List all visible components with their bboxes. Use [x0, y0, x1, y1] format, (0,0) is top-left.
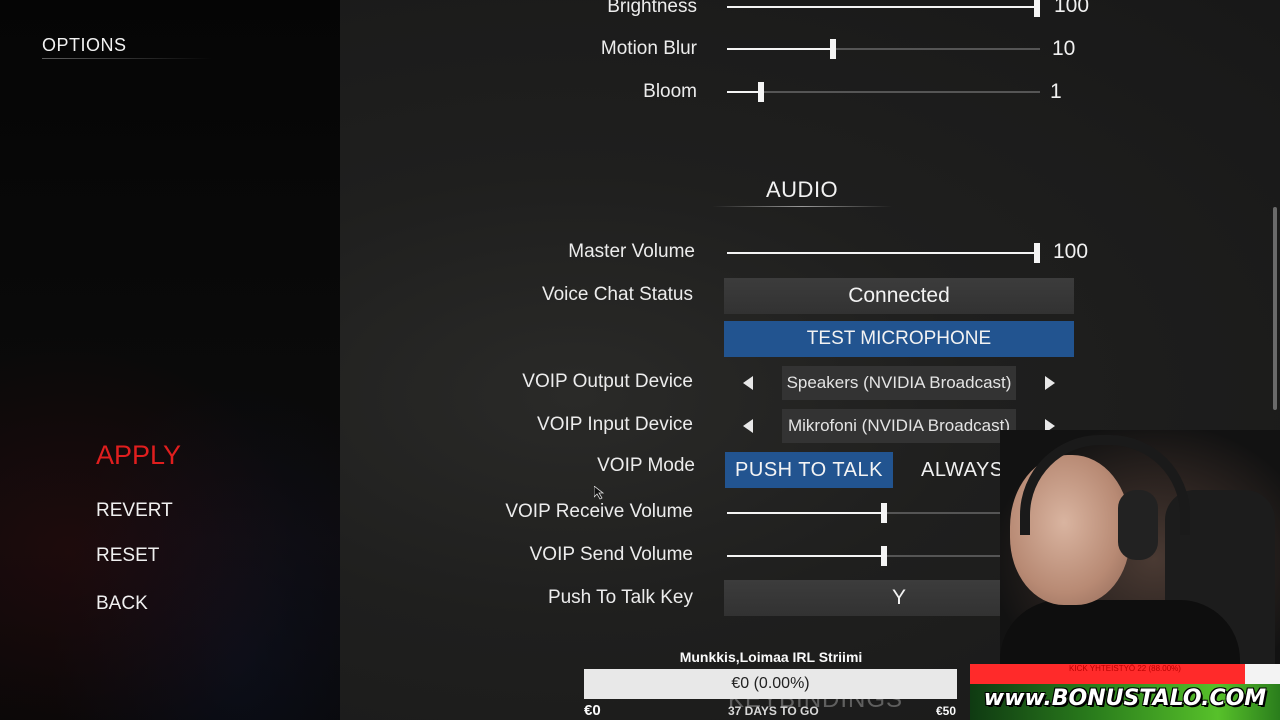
motion-blur-slider-fill — [727, 48, 834, 50]
master-volume-label: Master Volume — [568, 241, 695, 262]
voip-input-device-value: Mikrofoni (NVIDIA Broadcast) — [782, 409, 1016, 443]
bloom-slider-fill — [727, 91, 762, 93]
motion-blur-label: Motion Blur — [600, 38, 697, 59]
donation-goal-min: €0 — [584, 702, 601, 719]
options-underline — [42, 58, 212, 59]
bloom-value: 1 — [1050, 80, 1062, 103]
reset-button[interactable]: RESET — [96, 545, 159, 567]
test-microphone-button[interactable]: TEST MICROPHONE — [724, 321, 1074, 357]
voip-mode-push-to-talk-option[interactable]: PUSH TO TALK — [725, 452, 893, 488]
voip-receive-volume-slider-handle[interactable] — [880, 503, 887, 523]
back-button[interactable]: BACK — [96, 593, 148, 615]
voice-chat-status-label: Voice Chat Status — [541, 284, 693, 305]
master-volume-value: 100 — [1053, 240, 1089, 263]
voip-send-volume-slider[interactable] — [727, 546, 1040, 566]
options-title: OPTIONS — [42, 35, 127, 55]
donation-goal-bar: €0 (0.00%) — [584, 669, 957, 699]
voip-output-device-label: VOIP Output Device — [522, 371, 693, 392]
kick-goal-bar: KICK YHTEISTYÖ 22 (88.00%) — [970, 664, 1280, 684]
webcam-overlay — [1000, 430, 1280, 665]
sponsor-url: www.BONUSTALO.COM — [983, 686, 1267, 711]
voip-receive-volume-slider[interactable] — [727, 503, 1040, 523]
donation-goal-progress-text: €0 (0.00%) — [731, 675, 810, 692]
brightness-slider-handle[interactable] — [1034, 0, 1040, 17]
push-to-talk-key-label: Push To Talk Key — [547, 587, 693, 608]
options-sidebar: OPTIONS APPLY REVERT RESET BACK — [0, 0, 340, 720]
voip-send-volume-slider-handle[interactable] — [880, 546, 887, 566]
bloom-slider[interactable] — [727, 82, 1040, 102]
voip-receive-volume-slider-fill — [727, 512, 884, 514]
voip-mode-label: VOIP Mode — [597, 455, 695, 476]
master-volume-slider-fill — [727, 252, 1040, 254]
master-volume-slider-handle[interactable] — [1034, 243, 1040, 263]
audio-section-title: AUDIO — [766, 177, 839, 202]
sponsor-banner: www.BONUSTALO.COM — [970, 684, 1280, 720]
donation-goal-days-left: 37 DAYS TO GO — [728, 704, 819, 718]
brightness-slider[interactable] — [727, 0, 1040, 17]
bloom-slider-handle[interactable] — [758, 82, 765, 102]
voip-input-prev-arrow-icon[interactable] — [738, 416, 758, 436]
motion-blur-value: 10 — [1052, 37, 1076, 60]
voip-input-device-label: VOIP Input Device — [537, 414, 693, 435]
motion-blur-slider-handle[interactable] — [830, 39, 837, 59]
panel-scrollbar[interactable] — [1273, 207, 1277, 410]
voip-send-volume-slider-fill — [727, 555, 884, 557]
apply-button[interactable]: APPLY — [96, 440, 181, 471]
streamer-shirt — [1000, 600, 1240, 665]
revert-button[interactable]: REVERT — [96, 500, 173, 522]
voip-output-prev-arrow-icon[interactable] — [738, 373, 758, 393]
voice-chat-status-value: Connected — [724, 278, 1074, 314]
brightness-label: Brightness — [607, 0, 697, 17]
kick-goal-text: KICK YHTEISTYÖ 22 (88.00%) — [1069, 664, 1181, 673]
brightness-value: 100 — [1054, 0, 1090, 17]
master-volume-slider[interactable] — [727, 243, 1040, 263]
headset-band — [1020, 435, 1190, 535]
donation-goal-max: €50 — [936, 704, 957, 718]
brightness-slider-fill — [727, 6, 1040, 8]
headset-earcup — [1118, 490, 1158, 560]
voip-receive-volume-label: VOIP Receive Volume — [505, 501, 693, 522]
voip-output-next-arrow-icon[interactable] — [1040, 373, 1060, 393]
bloom-label: Bloom — [643, 81, 697, 102]
audio-section-underline — [712, 206, 892, 207]
voip-output-device-value: Speakers (NVIDIA Broadcast) — [782, 366, 1016, 400]
donation-goal-title: Munkkis,Loimaa IRL Striimi — [679, 649, 863, 665]
voip-send-volume-label: VOIP Send Volume — [529, 544, 693, 565]
motion-blur-slider[interactable] — [727, 39, 1040, 59]
